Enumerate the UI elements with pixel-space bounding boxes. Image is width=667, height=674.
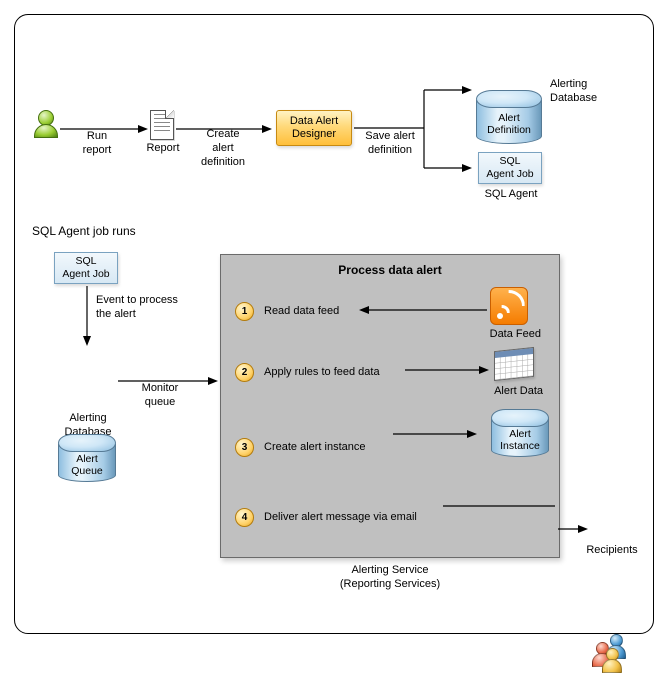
step-num-1: 1 [235,302,254,321]
step-num-3: 3 [235,438,254,457]
label-sql-agent: SQL Agent [478,188,544,202]
label-sql-runs: SQL Agent job runs [32,224,136,238]
arrow-event [82,286,92,346]
label-alert-instance: Alert Instance [500,429,540,452]
label-create-def: Create alert definition [190,128,256,169]
label-data-feed: Data Feed [490,328,541,342]
arrow-step4 [443,501,555,511]
process-box: Process data alert 1 Read data feed Data… [220,254,560,558]
recipients-icon [590,634,634,674]
step-row-1: 1 Read data feed Data Feed [221,281,559,341]
alert-instance-db: Alert Instance [491,409,549,457]
step-text-2: Apply rules to feed data [264,366,380,378]
label-report: Report [138,142,188,156]
step-num-2: 2 [235,363,254,382]
label-event: Event to process the alert [96,294,196,322]
label-alerting-service: Alerting Service (Reporting Services) [290,564,490,592]
label-alert-data: Alert Data [494,385,543,399]
sql-agent-job-top: SQL Agent Job [478,152,542,184]
report-icon [150,110,174,140]
alert-queue-db: Alert Queue [58,434,116,482]
step-row-4: 4 Deliver alert message via email [221,491,559,543]
label-monitor-queue: Monitor queue [132,382,188,410]
grid-icon [494,347,534,381]
rss-icon [490,287,528,325]
step-text-1: Read data feed [264,305,339,317]
label-alert-definition: Alert Definition [487,113,531,136]
step-row-2: 2 Apply rules to feed data Alert Data [221,341,559,403]
label-save-def: Save alert definition [358,130,422,158]
label-alert-queue: Alert Queue [71,454,103,477]
label-alerting-db-top: Alerting Database [550,78,610,106]
label-recipients: Recipients [580,544,644,558]
sql-agent-job-left: SQL Agent Job [54,252,118,284]
arrow-step2 [405,365,489,375]
label-run-report: Run report [70,130,124,158]
diagram-frame: Run report Report Create alert definitio… [0,0,667,647]
process-title: Process data alert [221,255,559,281]
step-row-3: 3 Create alert instance Alert Instance [221,403,559,491]
data-alert-designer: Data Alert Designer [276,110,352,146]
arrow-step3 [393,429,477,439]
step-num-4: 4 [235,508,254,527]
alert-definition-db: Alert Definition [476,90,542,144]
step-text-3: Create alert instance [264,441,366,453]
arrow-to-recipients [558,524,588,534]
step-text-4: Deliver alert message via email [264,511,417,523]
user-icon [34,110,58,142]
arrow-step1 [359,305,487,315]
